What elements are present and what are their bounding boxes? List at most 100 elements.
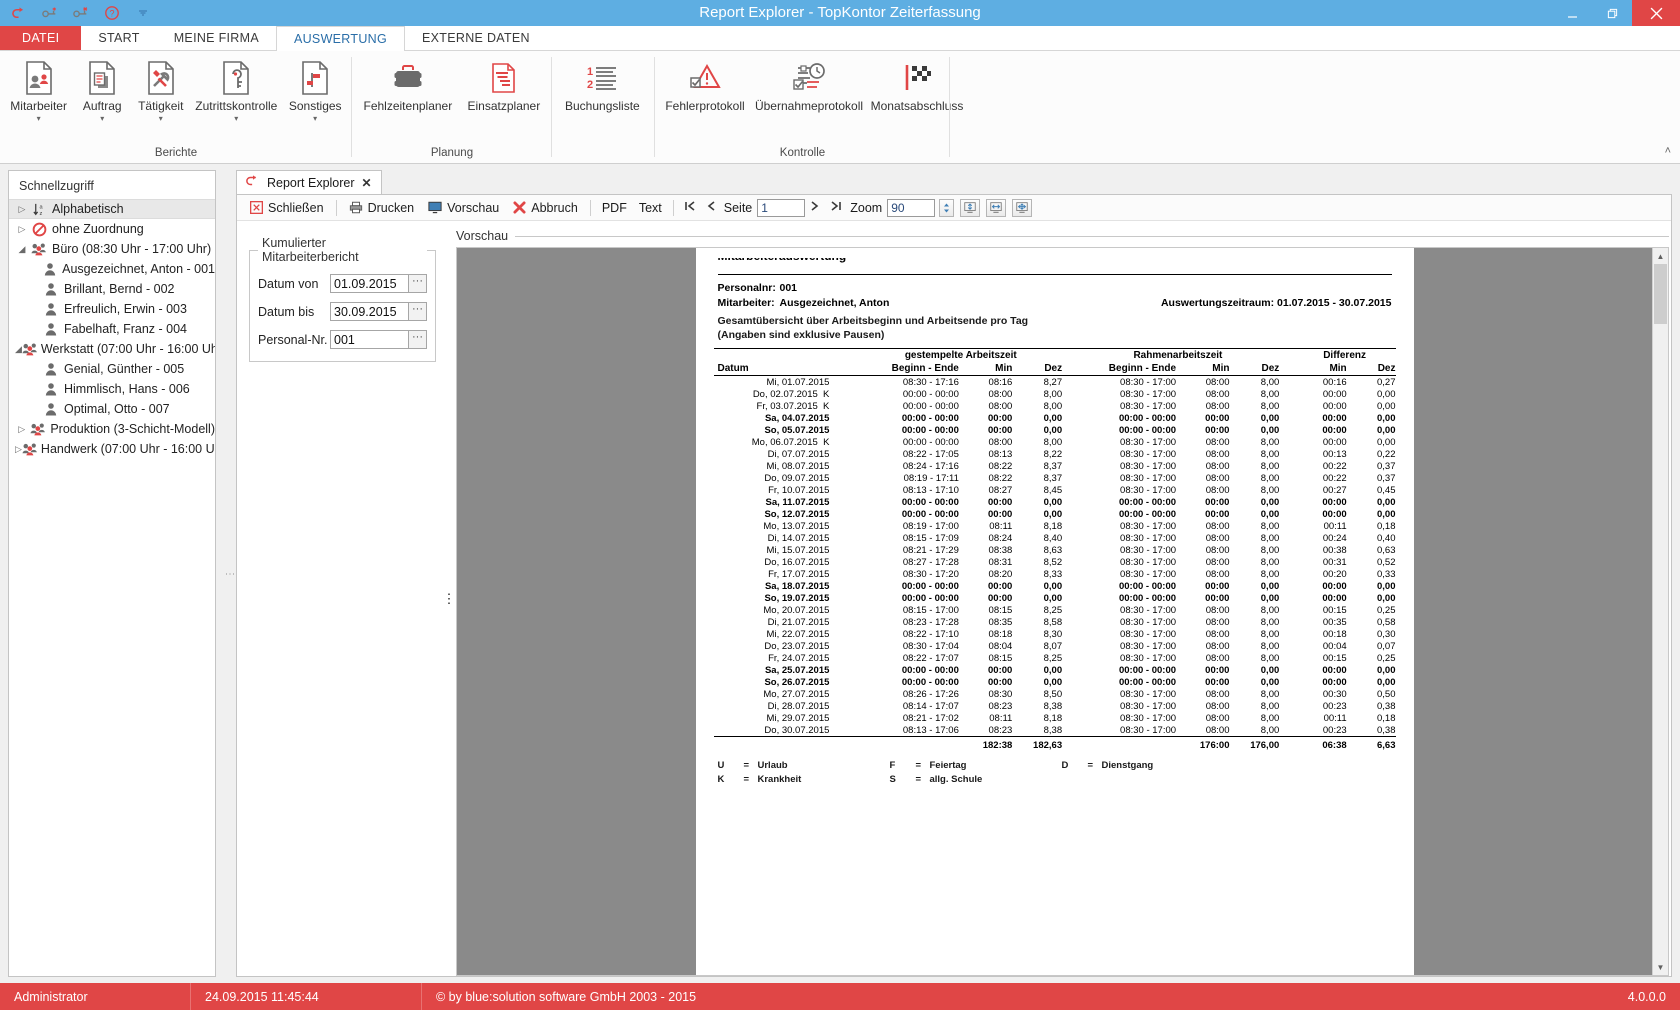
fit-page-button[interactable] [960,198,981,217]
scroll-up-button[interactable]: ▲ [1653,248,1668,264]
next-page-button[interactable] [805,200,825,215]
ribbon-button-taetigkeit[interactable]: Tätigkeit ▾ [131,59,190,123]
ribbon-button-sonstiges[interactable]: Sonstiges ▾ [282,59,348,123]
fit-both-button[interactable] [1012,198,1033,217]
close-report-button[interactable]: Schließen [243,199,331,217]
chevron-down-icon[interactable]: ▾ [37,114,41,123]
ribbon-tab-meine-firma[interactable]: MEINE FIRMA [157,26,276,50]
spacer-cell [1062,349,1076,362]
ribbon-button-einsatzplaner[interactable]: Einsatzplaner [460,59,548,113]
tree-item-produktion-3-schicht-modell[interactable]: ▷ Produktion (3-Schicht-Modell) [9,419,215,439]
chevron-down-icon[interactable]: ▾ [159,114,163,123]
table-row: Mo, 06.07.2015 K 00:00 - 00:00 08:00 8,00 08… [714,436,1396,448]
cell-g-min: 08:16 [988,376,1013,388]
parameter-input[interactable] [330,330,408,349]
tree-item-himmlisch-hans-006[interactable]: Himmlisch, Hans - 006 [9,379,215,399]
tree-item-alphabetisch[interactable]: ▷ a z Alphabetisch [9,199,215,219]
tree-item-genial-g-nther-005[interactable]: Genial, Günther - 005 [9,359,215,379]
cell-r-min: 08:00 [1205,460,1230,472]
minimize-button[interactable] [1552,0,1592,26]
text-button[interactable]: Text [633,199,668,217]
abort-button[interactable]: Abbruch [506,199,585,217]
tree-expander-icon[interactable]: ▷ [15,444,22,455]
help-icon[interactable]: ? [101,3,123,23]
key-delete-icon[interactable] [70,3,92,23]
preview-vertical-scrollbar[interactable]: ▲ ▼ [1652,248,1668,975]
cell-g-dez: 0,00 [1043,508,1063,520]
chevron-down-icon[interactable]: ▾ [100,114,104,123]
undo-icon[interactable] [8,3,30,23]
page-scroll-area[interactable]: Mitarbeiterauswertung 24.09.2015 / 11:44… [457,248,1652,975]
ribbon: Mitarbeiter ▾ Auftrag ▾ Tätigkeit ▾ Zutr… [0,51,1680,164]
tree-item-optimal-otto-007[interactable]: Optimal, Otto - 007 [9,399,215,419]
cell-r-min: 08:00 [1205,544,1230,556]
ribbon-button-auftrag[interactable]: Auftrag ▾ [73,59,131,123]
table-row: Fr, 17.07.2015 08:30 - 17:20 08:20 8,33 08:3… [714,568,1395,580]
ribbon-label: Einsatzplaner [467,99,541,113]
cell-datum: Sa, 25.07.2015 [764,664,830,676]
tree-item-fabelhaft-franz-004[interactable]: Fabelhaft, Franz - 004 [9,319,215,339]
close-button[interactable] [1632,0,1680,26]
restore-button[interactable] [1592,0,1632,26]
ribbon-tab-datei[interactable]: DATEI [0,26,82,50]
tree-item-ohne-zuordnung[interactable]: ▷ ohne Zuordnung [9,219,215,239]
ribbon-button-mitarbeiter[interactable]: Mitarbeiter ▾ [4,59,73,123]
cell-g-min: 08:11 [989,712,1013,724]
chevron-down-icon[interactable] [132,3,154,23]
ribbon-tab-auswertung[interactable]: AUSWERTUNG [275,26,406,51]
tree-item-ausgezeichnet-anton-001[interactable]: Ausgezeichnet, Anton - 001 [9,259,215,279]
tree-item-werkstatt-07-00-uhr-16-00-uhr[interactable]: ◢ Werkstatt (07:00 Uhr - 16:00 Uhr) [9,339,215,359]
scrollbar-track[interactable] [1653,264,1668,959]
last-page-button[interactable] [825,200,847,215]
chevron-down-icon[interactable]: ▾ [313,114,317,123]
tree-expander-icon[interactable]: ▷ [15,424,28,435]
ribbon-button-zutrittskontrolle[interactable]: Zutrittskontrolle ▾ [190,59,282,123]
cell-d-dez: 0,38 [1377,724,1396,736]
table-row: Mi, 08.07.2015 08:24 - 17:16 08:22 8,37 08:3… [714,460,1396,472]
zoom-input[interactable] [887,198,936,217]
params-splitter[interactable]: ⋮ [442,221,456,976]
first-page-button[interactable] [679,200,701,215]
table-row: Di, 21.07.2015 08:23 - 17:28 08:35 8,58 08:3… [714,616,1396,628]
chevron-down-icon[interactable]: ▾ [234,114,238,123]
ribbon-button-fehlerprotokoll[interactable]: Fehlerprotokoll [659,59,751,113]
parameter-browse-button[interactable]: ··· [408,302,427,321]
close-icon[interactable]: ✕ [362,176,372,190]
cell-r-min: 00:00 [1205,496,1230,508]
scroll-down-button[interactable]: ▼ [1653,959,1668,975]
parameter-input[interactable] [330,274,408,293]
key-add-icon[interactable] [39,3,61,23]
tree-expander-icon[interactable]: ◢ [15,344,22,355]
cell-r-dez: 8,00 [1260,628,1280,640]
tree-item-handwerk-07-00-uhr-16-00-uhr[interactable]: ▷ Handwerk (07:00 Uhr - 16:00 Uhr) [9,439,215,459]
ribbon-tab-externe-daten[interactable]: EXTERNE DATEN [405,26,547,50]
zoom-stepper[interactable] [939,198,955,217]
print-button[interactable]: Drucken [342,199,422,217]
collapse-ribbon-button[interactable]: ˄ [1665,145,1671,157]
preview-button[interactable]: Vorschau [421,199,506,217]
ribbon-button-fehlzeitenplaner[interactable]: Fehlzeitenplaner [356,59,460,113]
parameter-browse-button[interactable]: ··· [408,330,427,349]
parameter-browse-button[interactable]: ··· [408,274,427,293]
tree-item-erfreulich-erwin-003[interactable]: Erfreulich, Erwin - 003 [9,299,215,319]
parameter-input[interactable] [330,302,408,321]
tree-item-b-ro-08-30-uhr-17-00-uhr[interactable]: ◢ Büro (08:30 Uhr - 17:00 Uhr) [9,239,215,259]
cell-d-dez: 0,27 [1377,376,1396,388]
tree-expander-icon[interactable]: ◢ [15,244,29,255]
pdf-button[interactable]: PDF [596,199,633,217]
ribbon-button-buchungsliste[interactable]: 12 Buchungsliste [556,59,649,113]
tree-expander-icon[interactable]: ▷ [15,204,29,215]
tree-item-brillant-bernd-002[interactable]: Brillant, Bernd - 002 [9,279,215,299]
prev-page-button[interactable] [701,200,721,215]
ribbon-button-uebernahmeprotokoll[interactable]: Übernahmeprotokoll [751,59,867,113]
scrollbar-thumb[interactable] [1654,264,1667,324]
ribbon-button-monatsabschluss[interactable]: Monatsabschluss [867,59,967,113]
cell-r-dez: 8,00 [1260,532,1280,544]
page-input[interactable] [757,198,806,217]
fit-width-button[interactable] [986,198,1007,217]
group-rahmen: Rahmenarbeitszeit [1133,350,1223,361]
ribbon-tab-start[interactable]: START [81,26,156,50]
tab-report-explorer[interactable]: Report Explorer ✕ [236,170,382,194]
tree-expander-icon[interactable]: ▷ [15,224,29,235]
left-splitter[interactable]: ⋮ [222,164,236,983]
